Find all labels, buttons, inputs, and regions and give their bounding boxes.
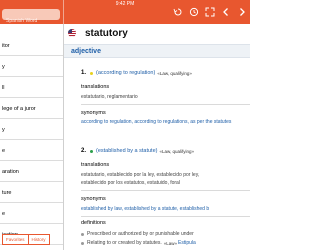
chevron-right-icon[interactable]: [236, 6, 248, 18]
translations-text: estatutario, establecido por la ley, est…: [81, 172, 200, 178]
tab-history[interactable]: History: [28, 234, 50, 245]
synonyms-title: synonyms: [81, 196, 106, 202]
word-list-sidebar: itor y ll lege of a juror y e aration tu…: [0, 24, 64, 250]
sense-gloss-link[interactable]: (according to regulation): [96, 70, 155, 76]
sidebar-item[interactable]: y: [0, 120, 63, 140]
bullet-icon: [81, 232, 84, 236]
definitions-title: definitions: [81, 220, 106, 226]
pane-divider: [63, 0, 64, 24]
divider: [81, 104, 250, 105]
top-bar: 9:42 PM: [0, 0, 250, 27]
sense-header: 2. (established by a statute) «Law, qual…: [81, 148, 194, 154]
usage-label: «Law»: [163, 240, 178, 246]
sidebar-item[interactable]: ll: [0, 78, 63, 98]
us-flag-icon[interactable]: [68, 29, 76, 37]
clock-icon[interactable]: [188, 6, 200, 18]
chevron-left-icon[interactable]: [220, 6, 232, 18]
history-back-icon[interactable]: [172, 6, 184, 18]
sidebar-tabs: Favorites History: [2, 234, 50, 245]
sidebar-item[interactable]: e: [0, 204, 63, 224]
synonyms-text[interactable]: according to regulation, according to re…: [81, 118, 245, 126]
usage-label: «Law, qualifying»: [159, 148, 194, 154]
sidebar-item[interactable]: lege of a juror: [0, 99, 63, 119]
entry-pane: statutory adjective 1. (according to reg…: [64, 24, 250, 250]
sidebar-item[interactable]: aration: [0, 162, 63, 182]
toolbar-icons: [172, 6, 248, 18]
sense-gloss-link[interactable]: (established by a statute): [96, 148, 157, 154]
expand-icon[interactable]: [204, 6, 216, 18]
headword: statutory: [85, 27, 128, 39]
definition-item: Relating to or created by statutes. «Law…: [81, 240, 196, 246]
synonyms-text[interactable]: established by law, established by a sta…: [81, 205, 245, 213]
sidebar-item[interactable]: ture: [0, 183, 63, 203]
part-of-speech: adjective: [71, 47, 101, 55]
search-field[interactable]: [2, 9, 60, 27]
sense-dot-icon: [90, 71, 94, 75]
sense-number: 2.: [81, 148, 87, 154]
definition-link[interactable]: Estipula: [178, 240, 196, 246]
bullet-icon: [81, 241, 84, 245]
definition-text: Prescribed or authorized by or punishabl…: [87, 231, 194, 237]
translations-title: translations: [81, 84, 110, 90]
divider: [81, 216, 250, 217]
sidebar-item[interactable]: y: [0, 57, 63, 77]
definition-text: Relating to or created by statutes.: [87, 240, 162, 246]
headword-row: statutory: [64, 24, 250, 42]
definition-item: Prescribed or authorized by or punishabl…: [81, 231, 194, 237]
tab-favorites[interactable]: Favorites: [2, 234, 29, 245]
synonyms-title: synonyms: [81, 110, 106, 116]
sidebar-item[interactable]: itor: [0, 36, 63, 56]
translations-text: estatutario, reglamentario: [81, 94, 138, 100]
divider: [81, 190, 250, 191]
sense-header: 1. (according to regulation) «Law, quali…: [81, 70, 192, 76]
sidebar-item[interactable]: e: [0, 141, 63, 161]
translations-text: establecido por los estatutos, estatuido…: [81, 180, 180, 186]
translations-title: translations: [81, 162, 110, 168]
sense-dot-icon: [90, 149, 94, 153]
sense-number: 1.: [81, 70, 87, 76]
part-of-speech-bar: adjective: [64, 44, 250, 58]
usage-label: «Law, qualifying»: [157, 70, 192, 76]
